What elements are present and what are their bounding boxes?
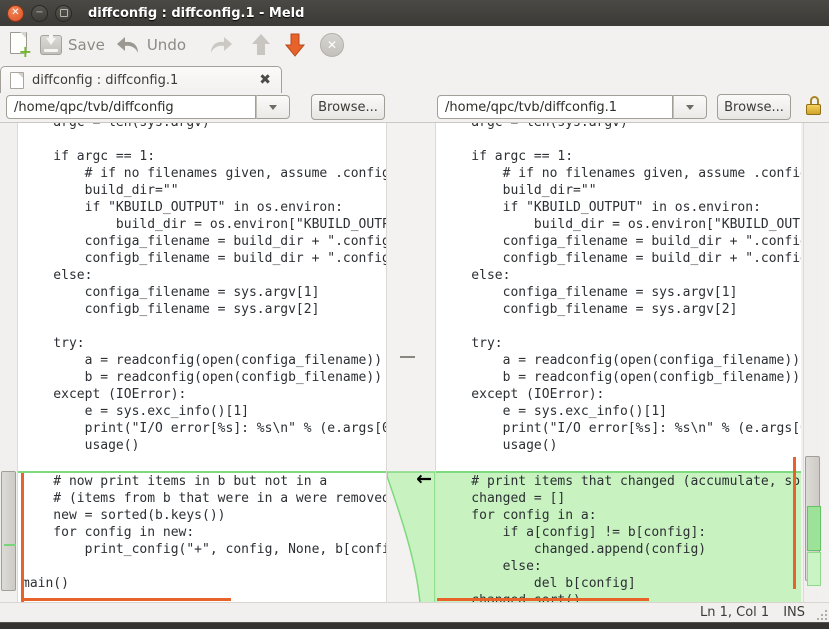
stop-icon: ✕ xyxy=(320,33,344,57)
diff-map-green-block-light xyxy=(807,552,821,586)
current-change-border-left xyxy=(21,473,24,603)
up-arrow-icon xyxy=(250,33,272,57)
resize-grip[interactable] xyxy=(815,608,827,620)
window-minimize-button[interactable]: − xyxy=(31,5,48,22)
down-arrow-icon xyxy=(284,32,306,58)
stop-button[interactable]: ✕ xyxy=(320,33,344,57)
merge-left-arrow-icon[interactable]: ← xyxy=(416,470,432,489)
diff-gutter: ← xyxy=(386,123,436,603)
right-change-text: # print items that changed (accumulate, … xyxy=(440,473,801,603)
right-code-text: argc = len(sys.argv) if argc == 1: # if … xyxy=(440,123,801,454)
file-chooser-row: /home/qpc/tvb/diffconfig Browse... /home… xyxy=(0,93,829,122)
tab-label: diffconfig : diffconfig.1 xyxy=(32,73,178,88)
diff-area: argc = len(sys.argv) if argc == 1: # if … xyxy=(0,122,829,602)
document-icon xyxy=(10,72,24,89)
titlebar: ✕ − diffconfig : diffconfig.1 - Meld xyxy=(0,0,829,26)
current-change-border-right xyxy=(793,457,796,589)
left-code-text: argc = len(sys.argv) if argc == 1: # if … xyxy=(22,123,386,454)
undo-icon xyxy=(115,35,141,55)
left-scrollbar-thumb[interactable] xyxy=(1,471,16,591)
undo-label: Undo xyxy=(147,36,186,54)
save-icon xyxy=(40,35,62,55)
meld-window: ✕ − diffconfig : diffconfig.1 - Meld + S… xyxy=(0,0,829,629)
right-editor-pane[interactable]: argc = len(sys.argv) if argc == 1: # if … xyxy=(436,123,801,603)
toolbar: + Save Undo xyxy=(0,26,829,64)
right-scrollbar[interactable] xyxy=(803,123,823,603)
right-change-block: # print items that changed (accumulate, … xyxy=(436,471,801,603)
current-change-border-bottom xyxy=(437,598,649,601)
cursor-position: Ln 1, Col 1 xyxy=(700,605,769,620)
diff-map-green-block xyxy=(807,506,821,551)
insert-mode-indicator: INS xyxy=(783,605,805,620)
left-scrollbar[interactable] xyxy=(0,123,18,603)
empty-change-dash xyxy=(400,356,415,358)
save-label: Save xyxy=(68,36,105,54)
undo-button[interactable]: Undo xyxy=(115,35,186,55)
save-button[interactable]: Save xyxy=(40,35,105,55)
new-comparison-button[interactable]: + xyxy=(10,32,30,58)
status-bar: Ln 1, Col 1 INS xyxy=(0,602,829,622)
lock-icon[interactable] xyxy=(806,96,822,116)
tab-close-icon[interactable]: ✖ xyxy=(259,73,271,87)
redo-icon xyxy=(208,35,234,55)
previous-change-button[interactable] xyxy=(250,33,272,57)
left-file-dropdown-button[interactable] xyxy=(256,95,290,119)
left-file-path-entry[interactable]: /home/qpc/tvb/diffconfig xyxy=(6,95,256,119)
current-change-border-bottom xyxy=(21,598,231,601)
right-file-dropdown-button[interactable] xyxy=(673,95,707,119)
tab-diffconfig[interactable]: diffconfig : diffconfig.1 ✖ xyxy=(0,66,282,93)
next-change-button[interactable] xyxy=(284,32,306,58)
left-change-block: # now print items in b but not in a # (i… xyxy=(18,471,386,603)
diff-map-green-mark xyxy=(4,544,16,546)
chevron-down-icon xyxy=(686,105,694,110)
chevron-down-icon xyxy=(269,105,277,110)
window-title: diffconfig : diffconfig.1 - Meld xyxy=(88,6,304,21)
redo-button[interactable] xyxy=(208,35,234,55)
tab-bar: diffconfig : diffconfig.1 ✖ xyxy=(0,64,829,93)
new-file-icon: + xyxy=(10,32,30,58)
right-browse-button[interactable]: Browse... xyxy=(717,94,791,120)
right-file-path-entry[interactable]: /home/qpc/tvb/diffconfig.1 xyxy=(437,95,673,119)
left-browse-button[interactable]: Browse... xyxy=(311,94,385,120)
left-change-text: # now print items in b but not in a # (i… xyxy=(22,473,386,592)
left-editor-pane[interactable]: argc = len(sys.argv) if argc == 1: # if … xyxy=(18,123,386,603)
maximize-icon xyxy=(60,9,68,17)
diff-link-polygon xyxy=(387,123,435,603)
window-maximize-button[interactable] xyxy=(55,5,72,22)
window-bottom-edge xyxy=(0,622,829,629)
window-close-button[interactable]: ✕ xyxy=(7,5,24,22)
